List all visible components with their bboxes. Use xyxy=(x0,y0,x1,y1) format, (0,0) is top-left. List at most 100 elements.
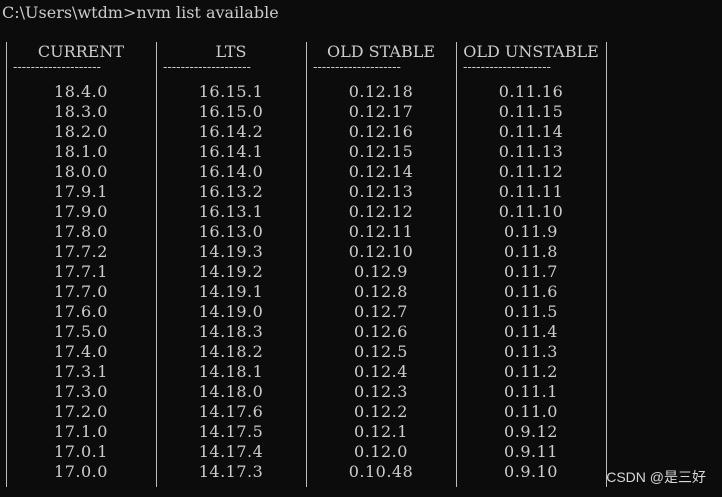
table-cell: 0.11.3 xyxy=(504,342,558,361)
column-lts: LTS -------------------- 16.15.1 16.15.0 1… xyxy=(161,42,301,487)
table-cell: 17.7.2 xyxy=(54,242,108,261)
column-values: 0.12.18 0.12.17 0.12.16 0.12.15 0.12.14 0.12.… xyxy=(311,82,451,482)
command-prompt-line: C:\Users\wtdm>nvm list available xyxy=(2,3,279,22)
table-cell: 0.12.5 xyxy=(354,342,408,361)
csdn-watermark: CSDN @是三好 xyxy=(606,469,706,485)
table-cell: 0.11.5 xyxy=(504,302,558,321)
table-column-divider xyxy=(156,42,157,487)
table-cell: 0.11.14 xyxy=(498,122,564,141)
table-cell: 0.11.6 xyxy=(504,282,558,301)
table-cell: 17.4.0 xyxy=(54,342,108,361)
table-cell: 14.18.0 xyxy=(198,382,264,401)
table-cell: 17.1.0 xyxy=(54,422,108,441)
table-border-right xyxy=(606,42,607,487)
table-cell: 0.11.10 xyxy=(498,202,564,221)
header-separator: -------------------- xyxy=(163,62,251,74)
table-cell: 14.17.4 xyxy=(198,442,264,461)
table-cell: 0.12.12 xyxy=(348,202,414,221)
table-cell: 0.11.7 xyxy=(504,262,558,281)
table-cell: 0.12.3 xyxy=(354,382,408,401)
column-old-unstable: OLD UNSTABLE -------------------- 0.11.1… xyxy=(461,42,601,487)
table-cell: 0.12.14 xyxy=(348,162,414,181)
table-cell: 0.12.6 xyxy=(354,322,408,341)
table-cell: 0.11.11 xyxy=(498,182,564,201)
table-cell: 16.15.1 xyxy=(198,82,264,101)
table-cell: 14.19.3 xyxy=(198,242,264,261)
table-cell: 0.12.1 xyxy=(354,422,408,441)
table-cell: 0.11.0 xyxy=(504,402,558,421)
table-cell: 17.2.0 xyxy=(54,402,108,421)
table-cell: 17.0.0 xyxy=(54,462,108,481)
table-cell: 14.19.0 xyxy=(198,302,264,321)
table-cell: 14.17.3 xyxy=(198,462,264,481)
table-cell: 18.4.0 xyxy=(54,82,108,101)
column-values: 18.4.0 18.3.0 18.2.0 18.1.0 18.0.0 17.9.1 17.9… xyxy=(11,82,151,482)
table-cell: 0.11.15 xyxy=(498,102,564,121)
table-cell: 0.12.7 xyxy=(354,302,408,321)
table-cell: 17.0.1 xyxy=(54,442,108,461)
table-cell: 14.19.1 xyxy=(198,282,264,301)
nvm-versions-table: CURRENT -------------------- 18.4.0 18.3.… xyxy=(0,42,610,487)
table-cell: 14.17.6 xyxy=(198,402,264,421)
table-cell: 17.3.1 xyxy=(54,362,108,381)
table-cell: 0.11.2 xyxy=(504,362,558,381)
table-cell: 0.11.9 xyxy=(504,222,558,241)
table-cell: 0.12.11 xyxy=(348,222,414,241)
column-header-old-unstable: OLD UNSTABLE xyxy=(463,42,599,61)
table-cell: 0.12.17 xyxy=(348,102,414,121)
table-cell: 16.14.1 xyxy=(198,142,264,161)
table-cell: 16.14.2 xyxy=(198,122,264,141)
table-cell: 16.15.0 xyxy=(198,102,264,121)
table-cell: 0.11.12 xyxy=(498,162,564,181)
table-cell: 0.12.0 xyxy=(354,442,408,461)
column-old-stable: OLD STABLE -------------------- 0.12.18 0… xyxy=(311,42,451,487)
table-cell: 14.19.2 xyxy=(198,262,264,281)
table-cell: 0.11.8 xyxy=(504,242,558,261)
table-cell: 0.12.16 xyxy=(348,122,414,141)
table-cell: 17.8.0 xyxy=(54,222,108,241)
table-cell: 16.13.0 xyxy=(198,222,264,241)
table-cell: 17.7.0 xyxy=(54,282,108,301)
table-cell: 0.9.11 xyxy=(504,442,558,461)
table-cell: 0.12.13 xyxy=(348,182,414,201)
table-cell: 0.11.1 xyxy=(504,382,558,401)
table-cell: 17.7.1 xyxy=(54,262,108,281)
table-cell: 0.12.9 xyxy=(354,262,408,281)
table-cell: 17.9.1 xyxy=(54,182,108,201)
table-cell: 16.13.2 xyxy=(198,182,264,201)
table-cell: 0.12.18 xyxy=(348,82,414,101)
column-header-old-stable: OLD STABLE xyxy=(326,42,436,61)
header-separator: -------------------- xyxy=(463,62,551,74)
table-cell: 0.9.12 xyxy=(504,422,558,441)
column-header-current: CURRENT xyxy=(37,42,125,61)
column-values: 16.15.1 16.15.0 16.14.2 16.14.1 16.14.0 16.13… xyxy=(161,82,301,482)
table-cell: 0.12.4 xyxy=(354,362,408,381)
table-border-left xyxy=(6,42,7,487)
table-column-divider xyxy=(306,42,307,487)
table-cell: 0.12.8 xyxy=(354,282,408,301)
table-cell: 0.12.2 xyxy=(354,402,408,421)
table-cell: 17.9.0 xyxy=(54,202,108,221)
table-cell: 14.18.2 xyxy=(198,342,264,361)
table-cell: 18.2.0 xyxy=(54,122,108,141)
table-cell: 17.3.0 xyxy=(54,382,108,401)
table-cell: 0.10.48 xyxy=(348,462,414,481)
table-cell: 14.18.3 xyxy=(198,322,264,341)
table-cell: 18.1.0 xyxy=(54,142,108,161)
column-values: 0.11.16 0.11.15 0.11.14 0.11.13 0.11.12 0.11.… xyxy=(461,82,601,482)
table-cell: 18.3.0 xyxy=(54,102,108,121)
table-cell: 17.6.0 xyxy=(54,302,108,321)
table-cell: 0.11.4 xyxy=(504,322,558,341)
header-separator: -------------------- xyxy=(313,62,401,74)
table-cell: 0.12.15 xyxy=(348,142,414,161)
table-column-divider xyxy=(456,42,457,487)
column-current: CURRENT -------------------- 18.4.0 18.3.… xyxy=(11,42,151,487)
table-cell: 14.17.5 xyxy=(198,422,264,441)
table-cell: 0.12.10 xyxy=(348,242,414,261)
column-header-lts: LTS xyxy=(215,42,247,61)
terminal-window[interactable]: C:\Users\wtdm>nvm list available CURRENT… xyxy=(0,0,722,497)
table-cell: 14.18.1 xyxy=(198,362,264,381)
table-cell: 0.9.10 xyxy=(504,462,558,481)
table-cell: 0.11.13 xyxy=(498,142,564,161)
table-cell: 16.13.1 xyxy=(198,202,264,221)
